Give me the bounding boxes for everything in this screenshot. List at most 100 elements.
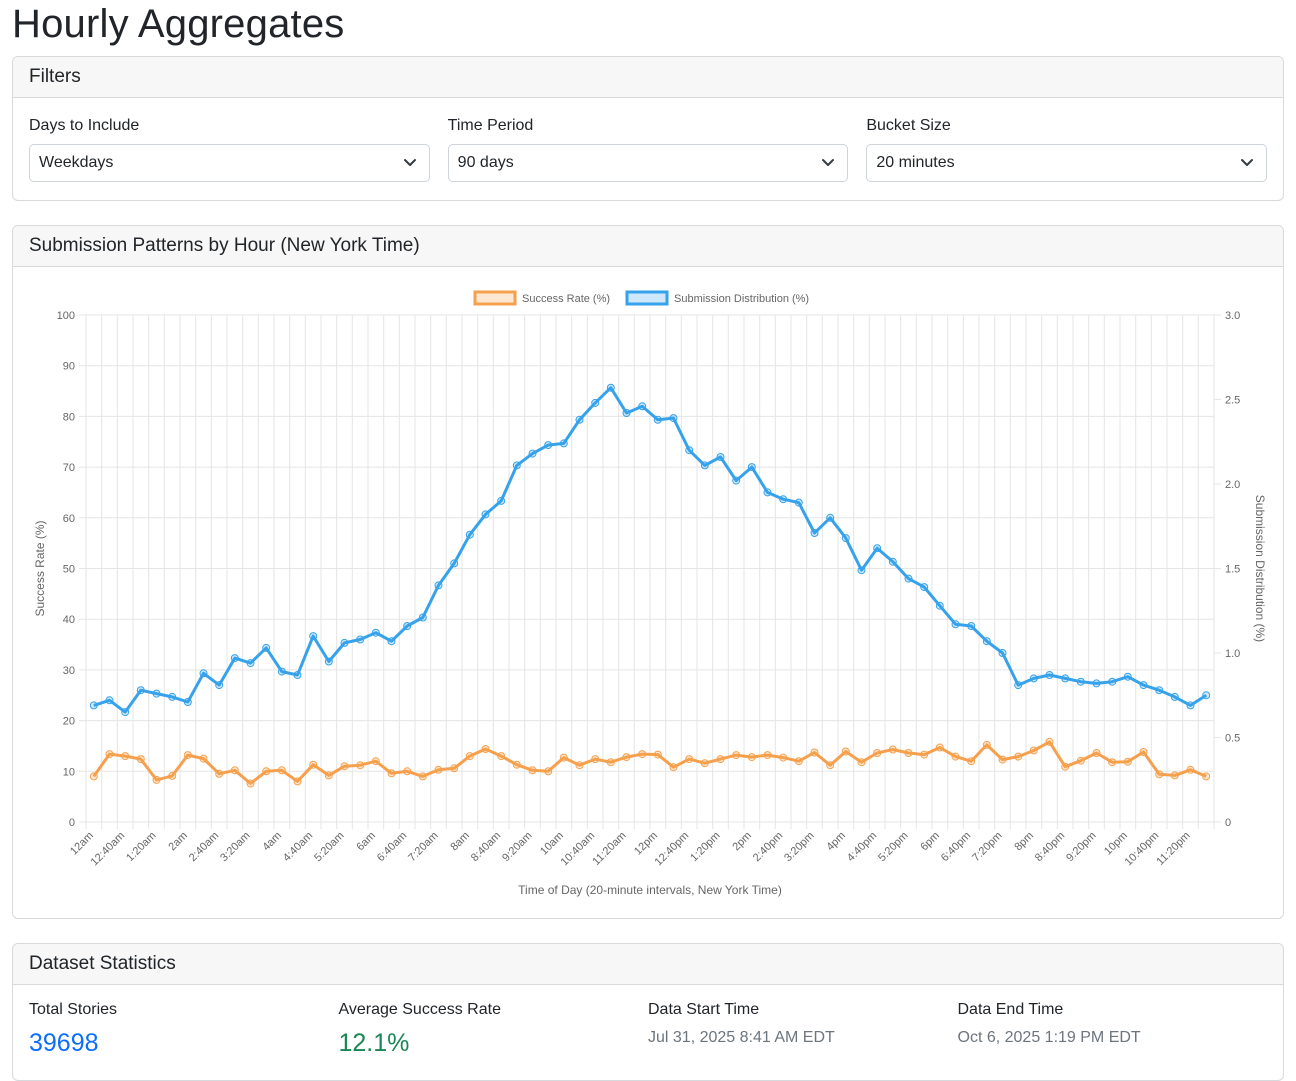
stats-header: Dataset Statistics [13, 944, 1283, 985]
success-rate-point [168, 771, 177, 780]
success-rate-point [606, 758, 615, 767]
distribution-point [277, 667, 286, 676]
success-rate-point [465, 752, 474, 761]
y-tick-label-right: 1.5 [1225, 564, 1240, 576]
success-rate-point [732, 751, 741, 760]
success-rate-point [387, 769, 396, 778]
distribution-point [89, 701, 98, 710]
distribution-point [528, 449, 537, 458]
success-rate-point [418, 772, 427, 781]
success-rate-point [982, 740, 991, 749]
x-tick-label: 7:20am [406, 830, 440, 864]
y-tick-label-left: 40 [63, 614, 75, 626]
stat-label: Data Start Time [648, 1001, 760, 1018]
success-rate-point [481, 745, 490, 753]
success-rate-point [262, 767, 271, 776]
success-rate-point [230, 766, 239, 775]
days-select[interactable]: Weekdays [29, 144, 430, 182]
distribution-point [1014, 681, 1023, 690]
distribution-point [857, 566, 866, 575]
x-tick-label: 2:40pm [751, 830, 785, 864]
distribution-point [606, 383, 615, 392]
distribution-point [920, 583, 929, 592]
bucket-select[interactable]: 20 minutes [866, 144, 1268, 182]
success-rate-point [121, 752, 130, 761]
period-label: Time Period [447, 117, 534, 134]
success-rate-point [1139, 748, 1148, 756]
legend-swatch [625, 290, 669, 306]
stat-value: Jul 31, 2025 8:41 AM EDT [648, 1029, 835, 1046]
distribution-point [559, 439, 568, 448]
distribution-point [1029, 674, 1038, 683]
success-rate-point [246, 779, 255, 788]
distribution-point [544, 441, 553, 450]
success-rate-point [653, 750, 662, 759]
x-tick-label: 4:40pm [845, 830, 879, 864]
distribution-point [418, 613, 427, 622]
x-tick-label: 6am [354, 830, 378, 854]
success-rate-point [324, 771, 333, 780]
distribution-point [998, 649, 1007, 657]
distribution-point [434, 581, 443, 590]
y-tick-label-left: 0 [69, 817, 75, 829]
success-rate-point [857, 758, 866, 767]
distribution-point [481, 510, 490, 519]
y-tick-label-right: 0 [1225, 817, 1231, 829]
distribution-point [888, 557, 897, 566]
success-rate-point [575, 761, 584, 770]
x-tick-label: 6:40pm [939, 830, 973, 864]
success-rate-point [747, 753, 756, 762]
success-rate-point [1108, 758, 1117, 767]
y-tick-label-left: 50 [63, 564, 75, 576]
distribution-point [465, 530, 474, 539]
distribution-point [136, 686, 145, 695]
success-rate-point [779, 753, 788, 762]
distribution-point [1139, 681, 1148, 690]
success-rate-point [528, 766, 537, 775]
x-tick-label: 6:40am [375, 830, 409, 864]
period-select[interactable]: 90 days [447, 144, 849, 182]
distribution-point [215, 681, 224, 690]
x-tick-label: 10pm [1102, 830, 1130, 858]
distribution-point [152, 689, 161, 698]
distribution-point [1202, 691, 1211, 700]
distribution-point [935, 601, 944, 610]
distribution-point [121, 708, 130, 717]
distribution-point [293, 671, 302, 679]
distribution-point [779, 495, 788, 504]
distribution-point [904, 574, 913, 583]
y-tick-label-left: 30 [63, 665, 75, 677]
distribution-point [340, 638, 349, 647]
x-tick-label: 2:40am [187, 830, 221, 864]
stat-label: Average Success Rate [338, 1001, 501, 1018]
success-rate-point [371, 757, 380, 766]
hourly-chart: 0 10 20 30 40 50 60 70 80 90 100 0 0.5 1.0 1.5 2.0 2.5 3.… [33, 290, 1267, 897]
y-tick-label-left: 90 [63, 361, 75, 373]
chevron-down-icon [822, 159, 835, 166]
x-tick-label: 4am [260, 830, 284, 854]
y-tick-label-left: 60 [63, 513, 75, 525]
distribution-point [1092, 679, 1101, 688]
legend-label: Success Rate (%) [522, 293, 610, 305]
distribution-point [183, 698, 192, 706]
distribution-point [826, 513, 835, 522]
distribution-point [982, 637, 991, 646]
success-rate-point [105, 750, 114, 759]
distribution-point [497, 496, 506, 505]
success-rate-point [152, 775, 161, 784]
x-tick-label: 1:20am [124, 830, 158, 864]
success-rate-point [763, 751, 772, 760]
x-tick-label: 11:20am [590, 830, 628, 868]
success-rate-point [309, 760, 318, 769]
success-rate-point [935, 743, 944, 752]
distribution-point [669, 414, 678, 423]
x-tick-label: 1:20pm [688, 830, 722, 864]
stat-value: 12.1% [338, 1029, 410, 1057]
x-tick-label: 2am [166, 830, 190, 854]
x-tick-label: 12am [68, 830, 96, 858]
success-rate-point [967, 757, 976, 766]
success-rate-point [89, 772, 98, 781]
success-rate-point [434, 765, 443, 774]
x-tick-label: 9:20pm [1064, 830, 1098, 864]
distribution-point [763, 488, 772, 497]
